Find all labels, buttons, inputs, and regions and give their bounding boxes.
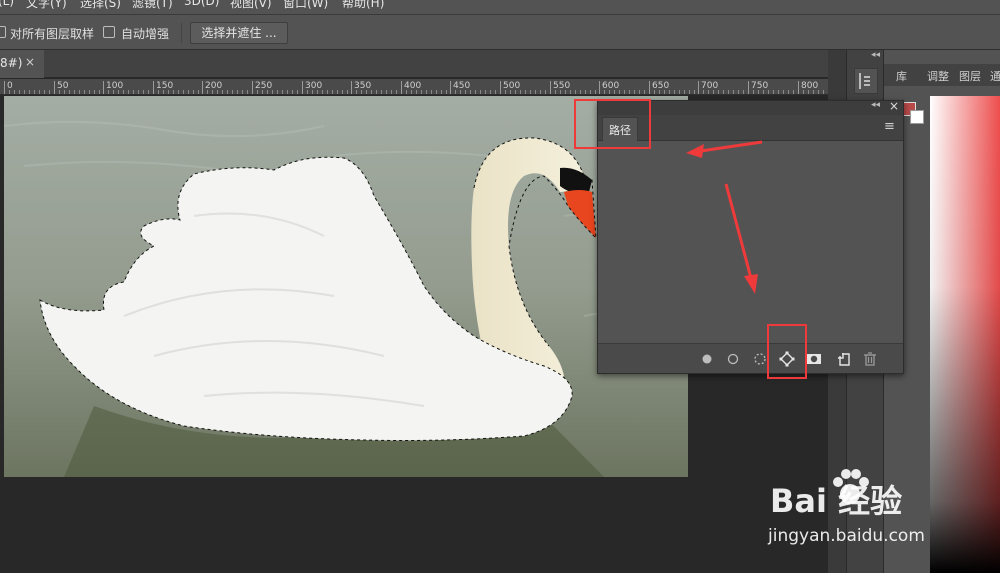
arrow-head-icon xyxy=(686,144,704,158)
arrow-head-icon xyxy=(744,274,758,294)
baidu-jingyan-watermark: Bai 经验 jingyan.baidu.com xyxy=(762,460,952,555)
watermark-logo: Bai 经验 xyxy=(770,482,903,520)
watermark-url: jingyan.baidu.com xyxy=(768,526,925,546)
